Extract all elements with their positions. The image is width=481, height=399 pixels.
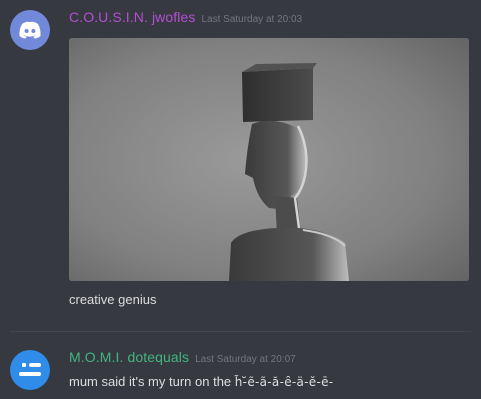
message-text: mum said it's my turn on the	[69, 374, 232, 389]
message-header: M.O.M.I. dotequals Last Saturday at 20:0…	[69, 349, 296, 369]
message: M.O.M.I. dotequals Last Saturday at 20:0…	[0, 340, 481, 399]
timestamp: Last Saturday at 20:07	[195, 354, 296, 365]
message: C.O.U.S.I.N. jwofles Last Saturday at 20…	[0, 0, 481, 328]
avatar[interactable]	[10, 10, 50, 50]
username[interactable]: C.O.U.S.I.N. jwofles	[69, 9, 195, 25]
timestamp: Last Saturday at 20:03	[201, 14, 303, 25]
message-content: creative genius	[69, 292, 157, 307]
avatar[interactable]	[10, 350, 50, 390]
zalgo-text: h̃-̆ẽ-ã-ă-ȇ-ä-ĕ-ē-	[234, 375, 334, 389]
message-content: mum said it's my turn on the h̃-̆ẽ-ã-ă-ȇ…	[69, 374, 333, 389]
toggle-lines-icon	[19, 363, 41, 376]
discord-logo-icon	[19, 21, 41, 39]
message-header: C.O.U.S.I.N. jwofles Last Saturday at 20…	[69, 9, 302, 29]
username[interactable]: M.O.M.I. dotequals	[69, 349, 189, 365]
photo-figure-with-box-on-head	[69, 38, 469, 281]
image-attachment[interactable]	[69, 38, 469, 281]
message-divider	[10, 331, 471, 332]
chat-messages: C.O.U.S.I.N. jwofles Last Saturday at 20…	[0, 0, 481, 399]
